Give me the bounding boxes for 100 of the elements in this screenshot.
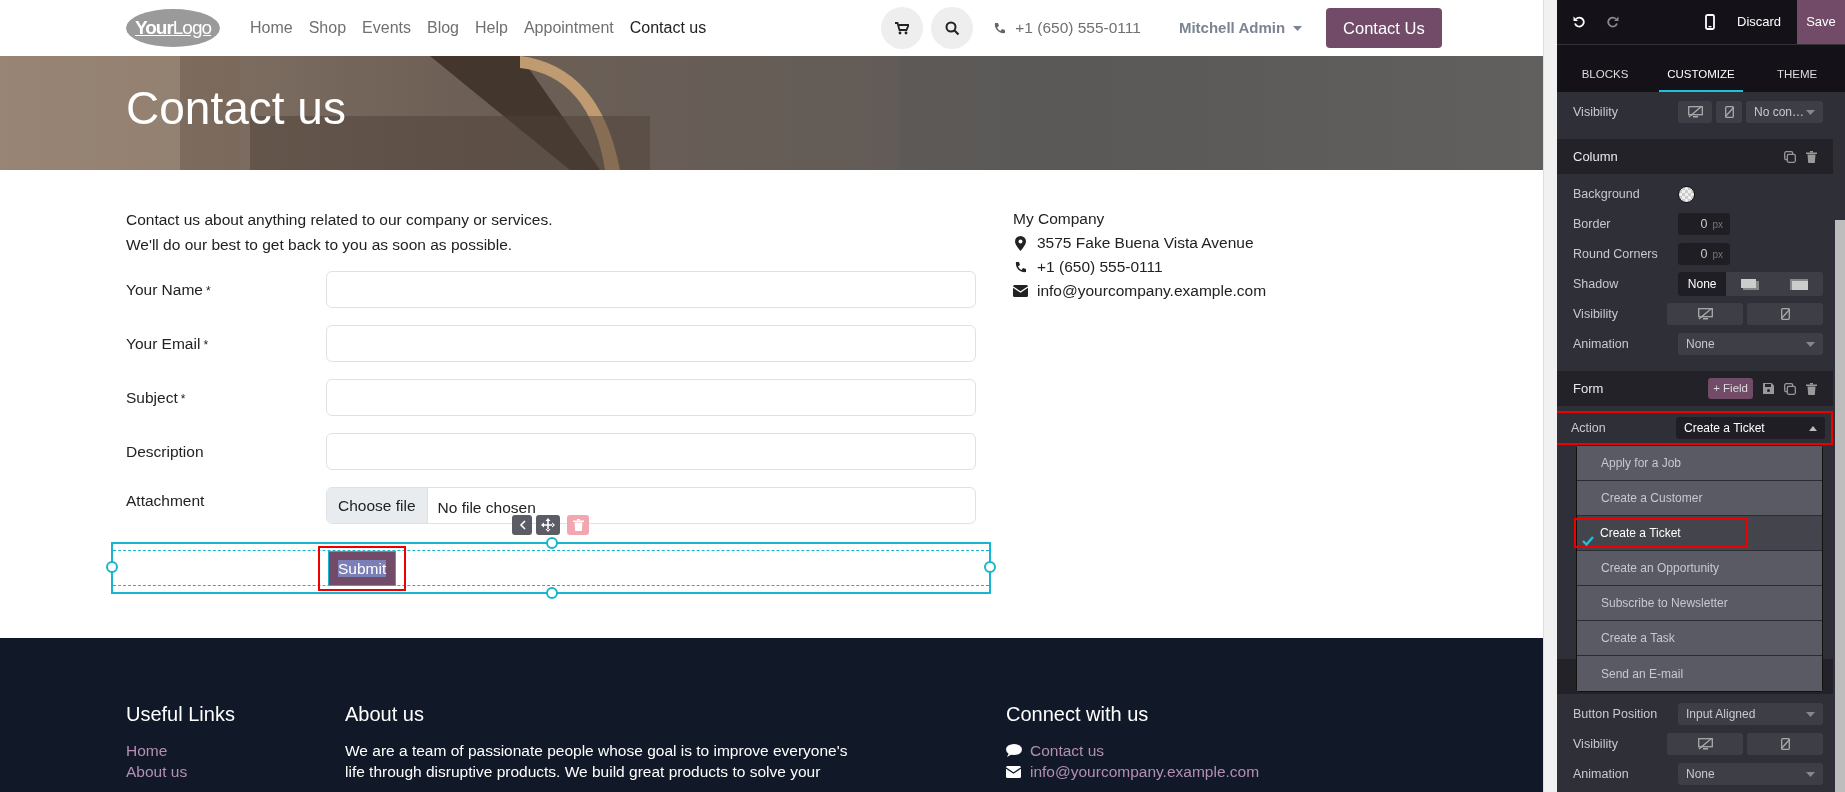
nav-link[interactable]: Help	[475, 16, 508, 40]
panel-tab[interactable]: CUSTOMIZE	[1659, 65, 1743, 92]
input-field[interactable]	[326, 271, 976, 308]
caret-icon	[1806, 109, 1815, 115]
resize-handle[interactable]	[106, 561, 118, 573]
inset-shadow-icon	[1789, 278, 1808, 290]
save-button[interactable]: Save	[1797, 0, 1845, 44]
page-title: Contact us	[126, 81, 346, 136]
footer-link[interactable]: About us	[126, 761, 345, 782]
footer-link[interactable]: info@yourcompany.example.com	[1030, 761, 1260, 782]
phone-icon	[993, 21, 1007, 35]
footer-link[interactable]: Contact us	[1030, 740, 1105, 761]
back-button[interactable]	[512, 515, 532, 535]
number-field[interactable]: 0 px	[1678, 243, 1730, 265]
resize-handle[interactable]	[546, 587, 558, 599]
footer-heading: Connect with us	[1006, 702, 1150, 726]
phone-number: +1 (650) 555-0111	[1037, 257, 1163, 277]
check-icon	[1582, 535, 1594, 546]
duplicate-icon	[1784, 150, 1796, 163]
option-label: Round Corners	[1573, 245, 1659, 263]
mobile-visibility-toggle[interactable]	[1716, 101, 1742, 123]
nav-link[interactable]: Home	[250, 16, 293, 40]
select-dropdown[interactable]: None	[1678, 763, 1823, 785]
select-dropdown[interactable]: Create a Ticket	[1676, 417, 1825, 439]
nav-link[interactable]: Events	[362, 16, 411, 40]
resize-handle[interactable]	[984, 561, 996, 573]
desktop-visibility-toggle[interactable]	[1667, 733, 1743, 755]
footer-text: We are a team of passionate people whose goal is to improve everyone's life through disruptive products. We build great products to solve your	[345, 741, 849, 782]
trash-icon	[572, 519, 584, 531]
user-menu[interactable]: Mitchell Admin	[1178, 16, 1303, 40]
section-title: Column	[1573, 147, 1618, 166]
discard-button[interactable]: Discard	[1731, 11, 1788, 33]
contact-us-button[interactable]: Contact Us	[1326, 7, 1442, 49]
nav-link[interactable]: Blog	[427, 16, 459, 40]
desktop-visibility-toggle[interactable]	[1667, 303, 1743, 325]
trash-icon	[1806, 150, 1817, 163]
option-label: Background	[1573, 185, 1641, 203]
input-field[interactable]	[326, 325, 976, 362]
undo-icon	[1573, 16, 1585, 28]
mobile-icon	[1705, 14, 1715, 30]
caret-icon	[1806, 771, 1815, 777]
option-label: Visibility	[1573, 305, 1619, 323]
desktop-visibility-toggle[interactable]	[1678, 101, 1712, 123]
mobile-off-icon	[1780, 738, 1790, 750]
select-dropdown[interactable]: None	[1678, 333, 1823, 355]
option-label: Animation	[1573, 765, 1630, 783]
cart-button[interactable]	[881, 7, 924, 49]
select-dropdown[interactable]: Input Aligned	[1678, 703, 1823, 725]
mobile-visibility-toggle[interactable]	[1747, 303, 1823, 325]
footer-link[interactable]: Home	[126, 740, 345, 761]
trash-icon	[1806, 382, 1817, 395]
caret-icon	[1806, 341, 1815, 347]
save-template-button[interactable]	[1763, 383, 1774, 394]
delete-button[interactable]	[1806, 382, 1817, 395]
nav-link[interactable]: Appointment	[523, 16, 614, 40]
shadow-option[interactable]: None	[1678, 272, 1727, 296]
email-address: info@yourcompany.example.com	[1037, 281, 1267, 301]
search-icon	[944, 20, 960, 36]
number-field[interactable]: 0 px	[1678, 213, 1730, 235]
duplicate-button[interactable]	[1784, 382, 1796, 395]
mobile-visibility-toggle[interactable]	[1747, 733, 1823, 755]
resize-handle[interactable]	[546, 537, 558, 549]
mobile-preview-button[interactable]	[1705, 14, 1715, 30]
redo-button[interactable]	[1607, 16, 1619, 28]
input-field[interactable]	[326, 433, 976, 470]
mobile-off-icon	[1724, 106, 1734, 118]
monitor-off-icon	[1687, 106, 1703, 118]
nav-link[interactable]: Shop	[308, 16, 347, 40]
phone-icon	[1013, 260, 1027, 274]
field-label: Description	[126, 441, 205, 462]
dropdown-item[interactable]: Apply for a Job	[1577, 446, 1822, 481]
redo-icon	[1607, 16, 1619, 28]
select-dropdown[interactable]: No con…	[1746, 101, 1823, 123]
nav-link[interactable]: Contact us	[629, 16, 707, 40]
search-button[interactable]	[931, 7, 974, 49]
duplicate-button[interactable]	[1784, 150, 1796, 163]
undo-button[interactable]	[1573, 16, 1585, 28]
input-field[interactable]	[326, 379, 976, 416]
outset-shadow-icon	[1741, 278, 1760, 290]
move-handle[interactable]	[536, 515, 560, 535]
delete-button[interactable]	[1806, 150, 1817, 163]
scrollbar[interactable]	[1543, 0, 1557, 792]
option-label: Button Position	[1573, 705, 1659, 723]
dropdown-item[interactable]: Create a Ticket	[1577, 516, 1822, 551]
save-icon	[1763, 383, 1774, 394]
option-label: Animation	[1573, 335, 1630, 353]
submit-button[interactable]: Submit	[328, 551, 397, 587]
option-label: Action	[1571, 419, 1607, 437]
footer-heading: Useful Links	[126, 702, 236, 726]
chat-icon	[1006, 744, 1022, 757]
color-picker[interactable]	[1678, 185, 1695, 203]
phone-link[interactable]: +1 (650) 555-0111	[1015, 16, 1141, 40]
envelope-icon	[1012, 285, 1028, 297]
panel-tab[interactable]: THEME	[1755, 65, 1839, 92]
add-field-button[interactable]: + Field	[1708, 377, 1753, 400]
mobile-off-icon	[1780, 308, 1790, 320]
item-label: Create a Ticket	[1600, 525, 1681, 542]
option-label: Border	[1573, 215, 1612, 233]
panel-tab[interactable]: BLOCKS	[1563, 65, 1647, 92]
choose-file-button[interactable]: Choose file	[327, 488, 428, 523]
